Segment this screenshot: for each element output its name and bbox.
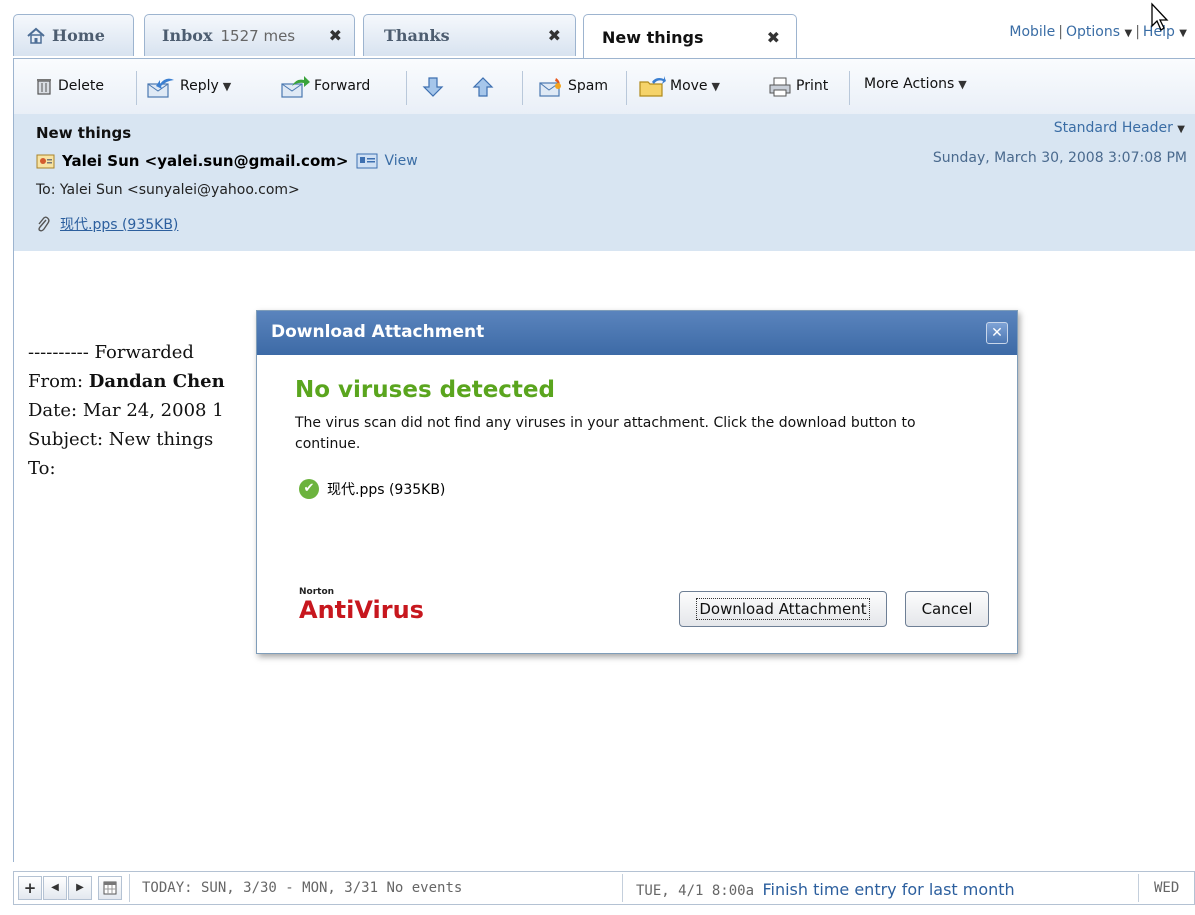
message-header: New things Yalei Sun <yalei.sun@gmail.co…	[13, 114, 1195, 251]
scan-description: The virus scan did not find any viruses …	[295, 415, 916, 452]
forward-icon	[280, 76, 310, 98]
tab-thanks-label: Thanks	[384, 26, 450, 45]
spam-button[interactable]: Spam	[538, 76, 608, 97]
print-button[interactable]: Print	[768, 76, 828, 97]
next-day-label: WED	[1154, 880, 1180, 896]
standard-header-dropdown[interactable]: Standard Header ▼	[1054, 120, 1185, 136]
close-icon[interactable]: ✖	[548, 26, 561, 45]
next-day-button[interactable]: ▶	[68, 876, 92, 900]
forwarded-sender: Dandan Chen	[88, 371, 225, 392]
next-message-button[interactable]	[422, 76, 444, 102]
previous-day-button[interactable]: ◀	[43, 876, 67, 900]
sender-address[interactable]: Yalei Sun <yalei.sun@gmail.com>	[62, 152, 348, 170]
tab-thanks[interactable]: Thanks ✖	[363, 14, 576, 56]
mobile-link[interactable]: Mobile	[1009, 24, 1055, 40]
options-link[interactable]: Options ▼	[1066, 24, 1132, 40]
date-line: Date: Mar 24, 2008 1	[28, 400, 224, 421]
tab-inbox-label: Inbox	[162, 26, 213, 45]
address-book-icon	[356, 153, 378, 169]
download-attachment-dialog: Download Attachment ✕ No viruses detecte…	[256, 310, 1018, 654]
paperclip-icon	[36, 216, 50, 232]
close-icon[interactable]: ✖	[767, 28, 780, 47]
previous-message-button[interactable]	[472, 76, 494, 102]
arrow-up-icon	[472, 76, 494, 102]
tab-home[interactable]: Home	[13, 14, 134, 56]
trash-icon	[34, 76, 54, 96]
to-line: To:	[28, 458, 56, 479]
scan-result-heading: No viruses detected	[295, 377, 555, 403]
event-link[interactable]: Finish time entry for last month	[762, 880, 1014, 899]
tab-bar: Home Inbox 1527 mes ✖ Thanks ✖ New thing…	[0, 0, 1195, 59]
attachment-link[interactable]: 现代.pps (935KB)	[36, 214, 178, 234]
home-icon	[26, 27, 46, 45]
close-icon[interactable]: ✕	[986, 322, 1008, 344]
tab-inbox-count: 1527 mes	[220, 26, 296, 45]
chevron-down-icon: ▼	[1124, 28, 1133, 39]
spam-icon	[538, 76, 564, 97]
forwarded-line: ---------- Forwarded	[28, 342, 194, 363]
chevron-down-icon: ▼	[711, 79, 721, 93]
chevron-down-icon: ▼	[958, 77, 967, 91]
message-date: Sunday, March 30, 2008 3:07:08 PM	[932, 150, 1187, 166]
scanned-file: ✔ 现代.pps (935KB)	[299, 479, 445, 499]
calendar-bar: + ◀ ▶ TODAY: SUN, 3/30 - MON, 3/31 No ev…	[13, 871, 1195, 905]
more-actions-button[interactable]: More Actions ▼	[864, 76, 967, 92]
chevron-down-icon: ▼	[222, 79, 232, 93]
tab-home-label: Home	[52, 26, 105, 45]
message-from: Yalei Sun <yalei.sun@gmail.com> View	[36, 152, 418, 170]
tab-new-things-label: New things	[602, 27, 704, 47]
message-to: To: Yalei Sun <sunyalei@yahoo.com>	[36, 182, 300, 198]
chevron-down-icon: ▼	[1177, 124, 1185, 135]
folder-move-icon	[638, 76, 666, 97]
from-line-label: From:	[28, 371, 89, 392]
reply-button[interactable]: Reply ▼	[146, 76, 232, 98]
chevron-down-icon: ▼	[1179, 28, 1187, 39]
reply-icon	[146, 76, 176, 98]
delete-button[interactable]: Delete	[34, 76, 104, 96]
tab-new-things[interactable]: New things ✖	[583, 14, 797, 59]
dialog-title: Download Attachment	[257, 311, 1017, 355]
forward-button[interactable]: Forward	[280, 76, 370, 98]
cancel-button[interactable]: Cancel	[905, 591, 989, 627]
checkmark-icon: ✔	[299, 479, 319, 499]
norton-antivirus-logo: Norton AntiVirus	[299, 587, 424, 624]
view-contact-link[interactable]: View	[356, 153, 418, 169]
forwarded-message-text: ---------- Forwarded From: Dandan Chen D…	[28, 338, 225, 483]
message-subject: New things	[36, 124, 132, 142]
close-icon[interactable]: ✖	[329, 26, 342, 45]
contact-card-icon	[36, 152, 56, 170]
add-event-button[interactable]: +	[18, 876, 42, 900]
calendar-icon[interactable]	[98, 876, 122, 900]
mouse-cursor-icon	[1150, 2, 1172, 36]
download-attachment-button[interactable]: Download Attachment	[679, 591, 887, 627]
upcoming-event: TUE, 4/1 8:00a Finish time entry for las…	[636, 880, 1015, 899]
printer-icon	[768, 76, 792, 97]
message-toolbar: Delete Reply ▼ Forward Spam Move ▼ Print M…	[13, 58, 1195, 114]
arrow-down-icon	[422, 76, 444, 102]
subject-line: Subject: New things	[28, 429, 214, 450]
move-button[interactable]: Move ▼	[638, 76, 721, 97]
today-events: TODAY: SUN, 3/30 - MON, 3/31 No events	[142, 880, 463, 896]
tab-inbox[interactable]: Inbox 1527 mes ✖	[144, 14, 355, 56]
